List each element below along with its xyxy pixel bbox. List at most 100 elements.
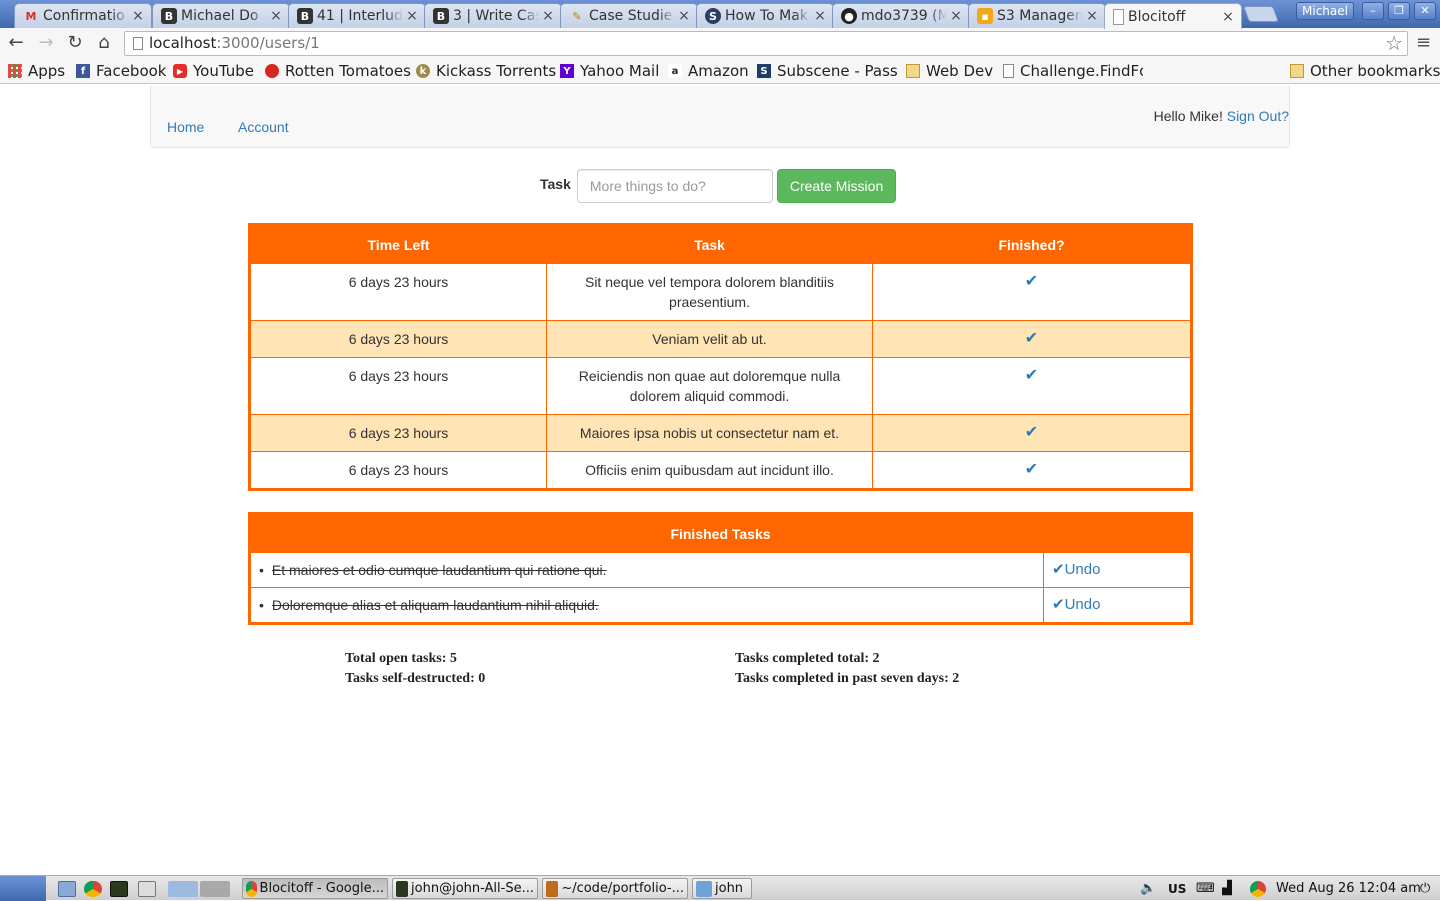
bookmark-amazon[interactable]: a Amazon (668, 61, 749, 81)
tab-title: 41 | Interlud (317, 8, 403, 24)
forward-icon[interactable]: → (34, 32, 58, 54)
browser-tab[interactable]: B 3 | Write Cas × (424, 3, 562, 28)
bookmark-subscene[interactable]: S Subscene - Passic (757, 61, 897, 81)
taskbar-task[interactable]: john (692, 878, 752, 899)
bookmark-challenge[interactable]: Challenge.FindFc (1003, 61, 1143, 81)
minimize-icon[interactable]: – (1362, 2, 1384, 20)
volume-icon[interactable]: 🔈 (1140, 878, 1156, 899)
bookmark-other[interactable]: Other bookmarks (1290, 61, 1440, 81)
facebook-icon: f (76, 64, 90, 78)
undo-link[interactable]: ✔Undo (1043, 587, 1192, 624)
bookmark-label: Challenge.FindFc (1020, 62, 1143, 80)
keyboard-icon[interactable]: ⌨ (1196, 878, 1215, 899)
bookmark-kickass[interactable]: k Kickass Torrents (416, 61, 556, 81)
browser-tab-active[interactable]: Blocitoff × (1104, 3, 1242, 29)
taskbar-task[interactable]: ~/code/portfolio-... (542, 878, 688, 899)
network-signal-icon[interactable]: ▟ (1222, 878, 1232, 899)
url-host: localhost (149, 34, 217, 52)
check-icon: ✔ (1052, 561, 1065, 578)
workspace-2[interactable] (200, 878, 233, 899)
close-icon[interactable]: × (131, 8, 145, 24)
tab-title: Case Studie (589, 8, 673, 24)
browser-tab[interactable]: B 41 | Interlud × (288, 3, 426, 28)
close-icon[interactable]: × (1221, 9, 1235, 25)
bookmark-youtube[interactable]: ▶ YouTube (173, 61, 254, 81)
finish-check-icon[interactable]: ✔ (872, 414, 1192, 452)
table-row: 6 days 23 hours Veniam velit ab ut. ✔ (249, 320, 1192, 358)
page-icon (1003, 64, 1014, 78)
browser-tab[interactable]: ● mdo3739 (M × (832, 3, 970, 28)
taskbar-task[interactable]: john@john-All-Se... (392, 878, 538, 899)
start-menu-button[interactable] (0, 876, 46, 901)
open-tasks-table: Time Left Task Finished? 6 days 23 hours… (248, 223, 1193, 491)
launcher-terminal-icon[interactable] (110, 878, 131, 899)
bookmark-apps[interactable]: Apps (8, 61, 65, 81)
browser-tab[interactable]: S How To Mak × (696, 3, 834, 28)
task-title: john@john-All-Se... (411, 881, 534, 896)
app-navbar: Home Account Hello Mike! Sign Out? (150, 86, 1290, 148)
keyboard-layout[interactable]: US (1168, 878, 1186, 899)
close-icon[interactable]: × (405, 8, 419, 24)
undo-label: Undo (1064, 596, 1101, 613)
launcher-window-icon[interactable] (138, 878, 159, 899)
close-icon[interactable]: × (541, 8, 555, 24)
undo-label: Undo (1064, 561, 1101, 578)
close-icon[interactable]: × (813, 8, 827, 24)
profile-button[interactable]: Michael (1296, 2, 1354, 20)
launcher-files-icon[interactable] (58, 878, 79, 899)
nav-account-link[interactable]: Account (238, 119, 289, 135)
back-icon[interactable]: ← (4, 32, 28, 54)
new-tab-button[interactable] (1243, 6, 1279, 22)
user-greeting: Hello Mike! Sign Out? (1154, 108, 1289, 124)
undo-link[interactable]: ✔Undo (1043, 552, 1192, 588)
task-cell: Maiores ipsa nobis ut consectetur nam et… (546, 414, 873, 452)
bookmark-facebook[interactable]: f Facebook (76, 61, 166, 81)
workspace-1[interactable] (168, 878, 201, 899)
task-cell: Reiciendis non quae aut doloremque nulla… (546, 357, 873, 415)
sign-out-link[interactable]: Sign Out? (1227, 108, 1289, 124)
bookmark-label: Other bookmarks (1310, 62, 1440, 80)
bookmark-star-icon[interactable]: ☆ (1385, 32, 1403, 55)
taskbar-task[interactable]: Blocitoff - Google... (242, 878, 388, 899)
address-bar[interactable]: localhost:3000/users/1 ☆ (124, 31, 1408, 56)
column-header: Time Left (249, 224, 547, 264)
stat-open-tasks: Total open tasks: 5 (345, 651, 457, 666)
window-close-icon[interactable]: ✕ (1414, 2, 1436, 20)
stat-self-destructed: Tasks self-destructed: 0 (345, 671, 486, 686)
new-task-form: Task Create Mission (540, 169, 897, 203)
tab-title: How To Mak (725, 8, 808, 24)
bookmark-folder-web-dev[interactable]: Web Dev (906, 61, 993, 81)
finish-check-icon[interactable]: ✔ (872, 357, 1192, 415)
bookmark-rotten-tomatoes[interactable]: Rotten Tomatoes (265, 61, 411, 81)
bookmark-yahoo[interactable]: Y Yahoo Mail (560, 61, 659, 81)
browser-tab[interactable]: B Michael Do × (152, 3, 290, 28)
clock[interactable]: Wed Aug 26 12:04 am (1276, 878, 1421, 899)
task-input[interactable] (576, 169, 773, 203)
launcher-chrome-icon[interactable] (84, 878, 105, 899)
close-icon[interactable]: × (677, 8, 691, 24)
browser-tab[interactable]: ✎ Case Studie × (560, 3, 698, 28)
restore-icon[interactable]: ❐ (1388, 2, 1410, 20)
reload-icon[interactable]: ↻ (63, 32, 87, 54)
youtube-icon: ▶ (173, 64, 187, 78)
home-icon[interactable]: ⌂ (92, 32, 116, 54)
bookmark-label: Rotten Tomatoes (285, 62, 411, 80)
subscene-icon: S (757, 64, 771, 78)
github-icon: ● (841, 8, 857, 24)
close-icon[interactable]: × (269, 8, 283, 24)
chrome-tray-icon[interactable] (1250, 878, 1269, 899)
browser-tab[interactable]: ▪ S3 Managen × (968, 3, 1106, 28)
tab-title: Confirmatio (43, 8, 125, 24)
create-mission-button[interactable]: Create Mission (776, 169, 897, 203)
close-icon[interactable]: × (1085, 8, 1099, 24)
finish-check-icon[interactable]: ✔ (872, 320, 1192, 358)
bookmark-label: Subscene - Passic (777, 62, 897, 80)
nav-home-link[interactable]: Home (167, 119, 204, 135)
page-icon (1113, 8, 1124, 25)
browser-tab[interactable]: M Confirmatio × (14, 3, 152, 28)
power-icon[interactable]: ⏻ (1420, 878, 1430, 899)
close-icon[interactable]: × (949, 8, 963, 24)
finish-check-icon[interactable]: ✔ (872, 263, 1192, 321)
menu-icon[interactable]: ≡ (1416, 32, 1431, 53)
finish-check-icon[interactable]: ✔ (872, 451, 1192, 490)
